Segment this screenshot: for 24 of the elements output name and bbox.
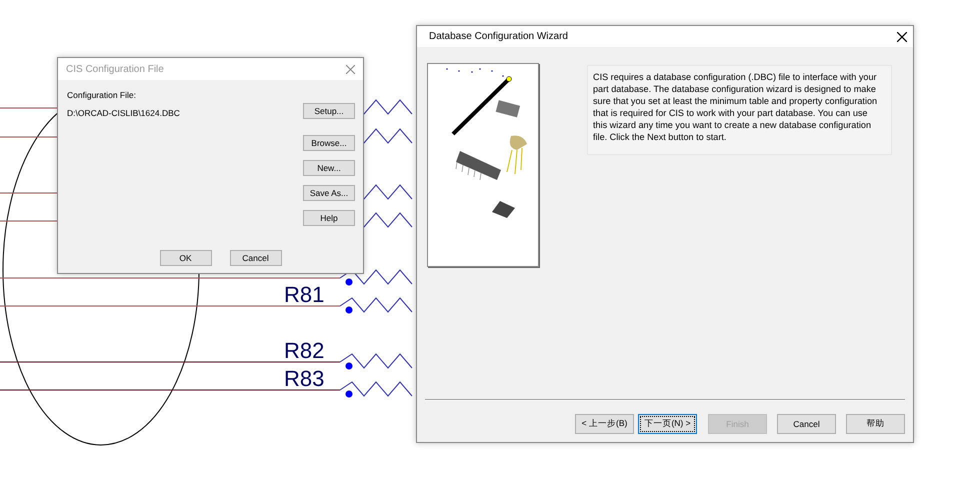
dialog-button[interactable]: OK — [160, 250, 212, 266]
field-label: Configuration File: — [67, 90, 137, 100]
description-text: CIS requires a database configuration (.DBC) file to interface with your part database. The database configuration wizard is designed to make sure that you set at least the minimum table and property configuration that is required for CIS to work with your part database. You can use this wizard any time you want to create a new database configuration file. Click the Next button to start. — [587, 65, 892, 155]
dialog-button[interactable]: Setup... — [303, 103, 355, 119]
wizard-button[interactable]: Cancel — [777, 414, 836, 434]
resistor-label: R81 — [284, 282, 324, 307]
wizard-button[interactable]: 下一页(N) > — [638, 414, 697, 434]
wizard-button[interactable]: 帮助 — [846, 414, 905, 434]
junction-dot — [346, 390, 352, 398]
wizard-button[interactable]: < 上一步(B) — [575, 414, 634, 434]
dialog-button[interactable]: New... — [303, 160, 355, 176]
junction-dot — [346, 278, 352, 286]
dialog-button[interactable]: Save As... — [303, 185, 355, 201]
dialog-button[interactable]: Cancel — [230, 250, 282, 266]
junction-dot — [346, 362, 352, 370]
dialog-button[interactable]: Browse... — [303, 135, 355, 151]
window-title: Database Configuration Wizard — [429, 31, 568, 42]
junction-dot — [346, 306, 352, 314]
dialog-button[interactable]: Help — [303, 210, 355, 226]
resistor-label: R82 — [284, 338, 324, 363]
window-title: CIS Configuration File — [66, 64, 164, 74]
file-path: D:\ORCAD-CISLIB\1624.DBC — [67, 108, 181, 118]
resistor-label: R83 — [284, 366, 324, 391]
close-icon[interactable] — [897, 32, 907, 42]
